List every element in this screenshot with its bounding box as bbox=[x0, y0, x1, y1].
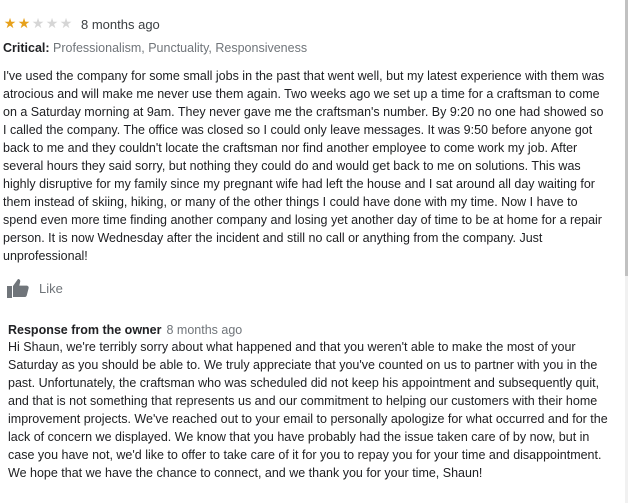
star-rating: ★ ★ ★ ★ ★ bbox=[3, 17, 73, 31]
response-text: Hi Shaun, we're terribly sorry about wha… bbox=[8, 340, 608, 480]
star-empty-icon: ★ bbox=[31, 16, 45, 32]
like-label: Like bbox=[39, 280, 63, 296]
response-header: Response from the owner 8 months ago bbox=[8, 323, 608, 337]
critical-attributes: Critical: Professionalism, Punctuality, … bbox=[3, 40, 307, 56]
critical-label: Critical: bbox=[3, 41, 50, 55]
like-button[interactable]: Like bbox=[6, 278, 63, 298]
thumbs-up-icon bbox=[7, 279, 29, 298]
star-empty-icon: ★ bbox=[59, 16, 73, 32]
critical-values: Professionalism, Punctuality, Responsive… bbox=[53, 41, 308, 55]
star-empty-icon: ★ bbox=[45, 16, 59, 32]
review-text: I've used the company for some small job… bbox=[3, 69, 605, 263]
rating-row: ★ ★ ★ ★ ★ 8 months ago bbox=[3, 15, 160, 33]
review-time: 8 months ago bbox=[81, 16, 160, 32]
owner-response: Response from the owner 8 months ago Hi … bbox=[8, 323, 608, 482]
response-title: Response from the owner bbox=[8, 323, 162, 337]
response-time: 8 months ago bbox=[166, 323, 243, 337]
star-filled-icon: ★ bbox=[3, 16, 17, 32]
star-filled-icon: ★ bbox=[17, 16, 31, 32]
